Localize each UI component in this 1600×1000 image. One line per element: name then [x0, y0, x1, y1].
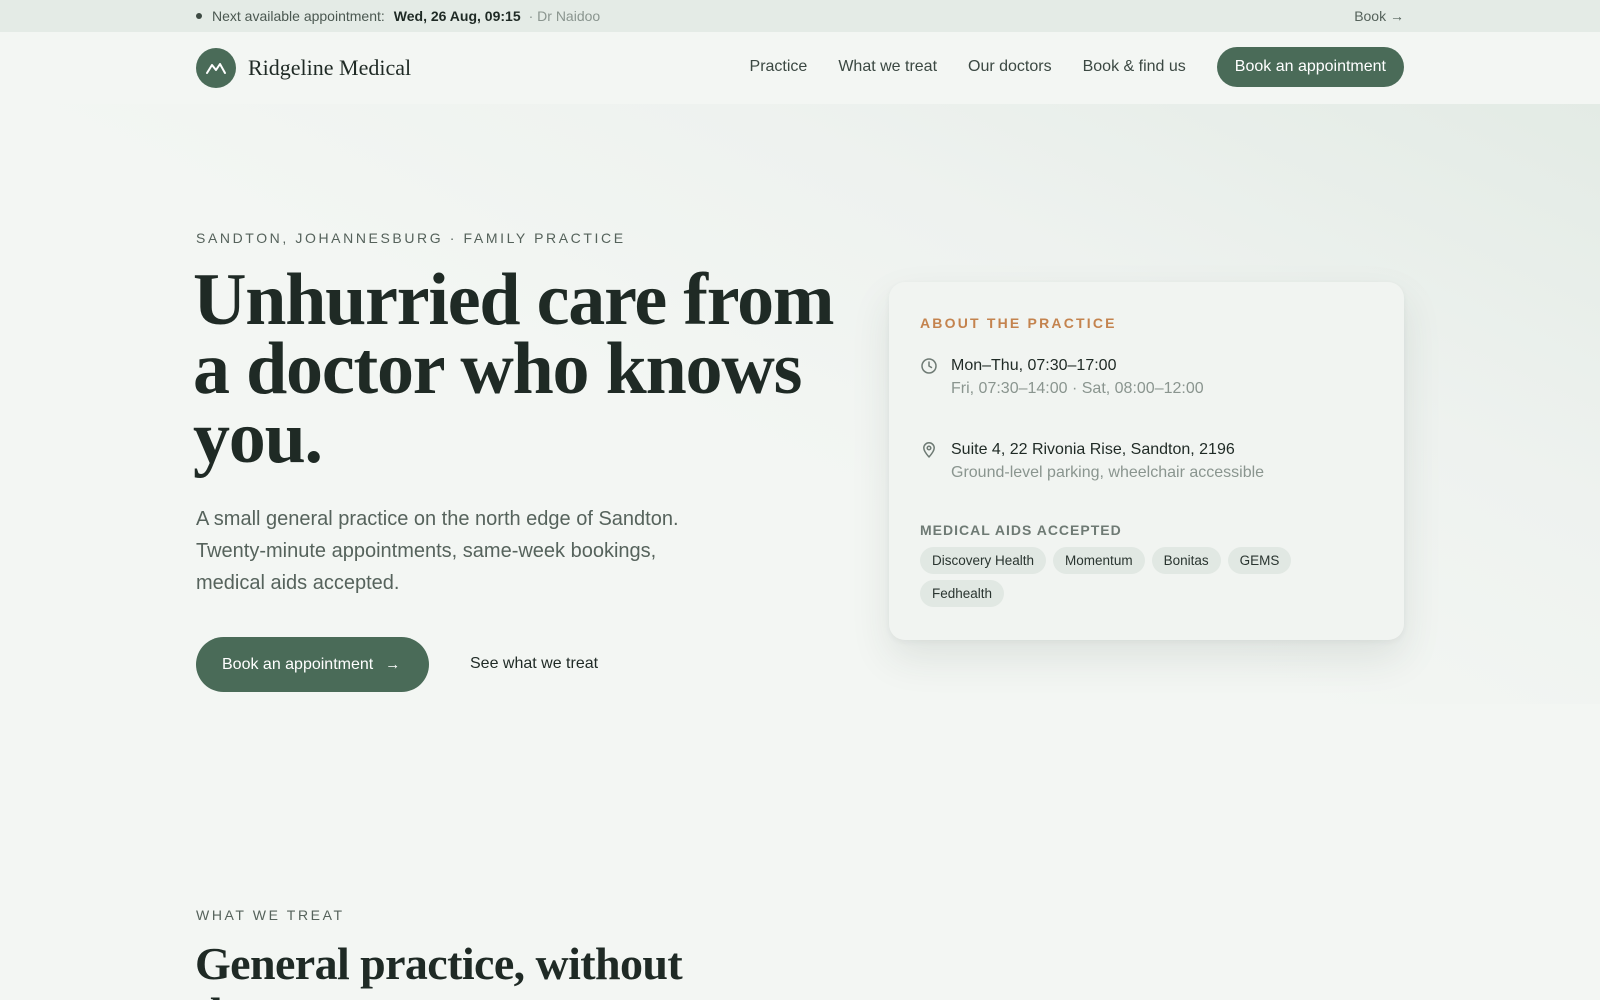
medical-aids-title: MEDICAL AIDS ACCEPTED [920, 522, 1122, 538]
mountain-logo-icon [196, 48, 236, 88]
practice-address: Suite 4, 22 Rivonia Rise, Sandton, 2196 … [920, 439, 1264, 485]
nav-book-appointment-button[interactable]: Book an appointment [1216, 47, 1404, 87]
hero-eyebrow: SANDTON, JOHANNESBURG · FAMILY PRACTICE [196, 230, 626, 246]
location-pin-icon [923, 442, 935, 458]
card-title: ABOUT THE PRACTICE [920, 315, 1117, 331]
hours-weekend: Fri, 07:30–14:00 · Sat, 08:00–12:00 [951, 380, 1204, 397]
next-appointment-time: Wed, 26 Aug, 09:15 [393, 8, 521, 24]
arrow-right-icon: → [385, 656, 401, 673]
medical-aid-pill: Fedhealth [920, 580, 1005, 607]
section-eyebrow: WHAT WE TREAT [196, 907, 345, 923]
medical-aid-pill: GEMS [1227, 547, 1292, 574]
see-what-we-treat-link[interactable]: See what we treat [470, 655, 598, 673]
medical-aid-pill: Momentum [1053, 547, 1145, 574]
section-title: General practice, without the [195, 938, 683, 1000]
topbar-book-link[interactable]: Book → [1354, 0, 1404, 32]
nav-what-we-treat-link[interactable]: What we treat [838, 58, 937, 76]
main-navigation: Ridgeline Medical Practice What we treat… [0, 32, 1600, 104]
medical-aid-pill: Bonitas [1151, 547, 1221, 574]
brand-name: Ridgeline Medical [248, 55, 412, 80]
nav-book-find-us-link[interactable]: Book & find us [1083, 58, 1186, 76]
hero-description: A small general practice on the north ed… [196, 508, 679, 594]
next-appointment-label: Next available appointment: [212, 8, 385, 24]
address-accessibility: Ground-level parking, wheelchair accessi… [951, 464, 1265, 481]
practice-info-card: ABOUT THE PRACTICE Mon–Thu, 07:30–17:00 … [889, 282, 1404, 640]
next-appointment-doctor: · Dr Naidoo [528, 8, 601, 24]
nav-practice-link[interactable]: Practice [750, 58, 808, 76]
hero-book-appointment-button[interactable]: Book an appointment → [196, 637, 429, 692]
hours-weekday: Mon–Thu, 07:30–17:00 [951, 357, 1117, 374]
medical-aids-list: Discovery Health Momentum Bonitas GEMS F… [920, 547, 1320, 613]
hero-headline: Unhurried care from a doctor who knows y… [193, 259, 835, 479]
address-line: Suite 4, 22 Rivonia Rise, Sandton, 2196 [951, 441, 1235, 458]
announcement-bar: Next available appointment: Wed, 26 Aug,… [0, 0, 1600, 32]
medical-aid-pill: Discovery Health [920, 547, 1047, 574]
nav-our-doctors-link[interactable]: Our doctors [968, 58, 1052, 76]
hero-book-appointment-label: Book an appointment [222, 655, 374, 673]
status-dot-icon [196, 13, 202, 19]
brand-logo[interactable]: Ridgeline Medical [196, 48, 411, 88]
clock-icon [921, 358, 937, 374]
opening-hours: Mon–Thu, 07:30–17:00 Fri, 07:30–14:00 · … [920, 355, 1204, 401]
